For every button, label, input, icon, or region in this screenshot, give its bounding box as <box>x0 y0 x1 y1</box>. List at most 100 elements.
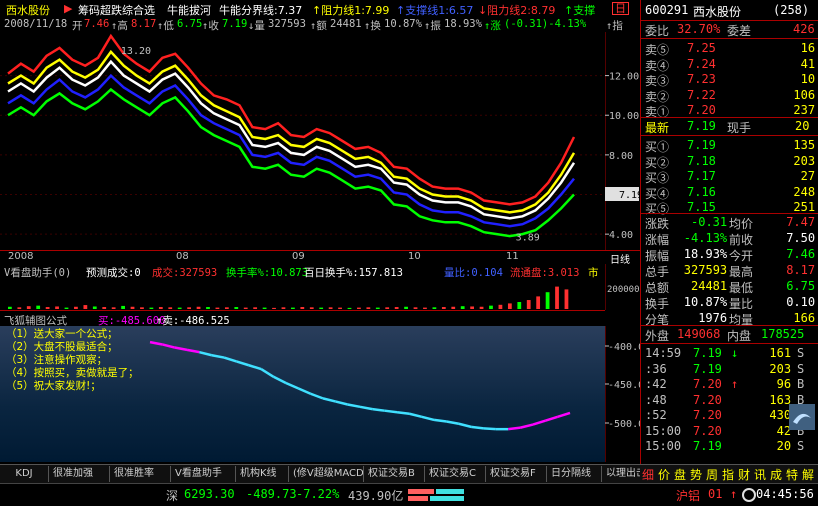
market-strength-bar <box>408 489 464 501</box>
tab-v-helper[interactable]: V看盘助手 <box>171 466 236 482</box>
formula-name[interactable]: 筹码超跌综合选 <box>78 2 155 18</box>
func-price[interactable]: 价 <box>658 466 670 483</box>
series-line-1 <box>7 33 576 206</box>
volume-bar <box>357 307 361 309</box>
tab-kdj[interactable]: KDJ <box>0 466 49 482</box>
indicator-segment <box>544 415 559 422</box>
volume-bar <box>158 307 163 309</box>
indicator-segment <box>557 411 571 419</box>
tick-time: :52 <box>645 408 667 422</box>
date-axis: 2008 08 09 10 11 日线 <box>0 250 640 266</box>
volume-bar <box>8 306 12 309</box>
indicator-segment <box>384 409 398 414</box>
resistance-1-value: ↑阻力线1:7.99 <box>312 4 390 17</box>
func-components[interactable]: 成 <box>770 466 782 483</box>
bid-price: 7.15 <box>687 200 716 214</box>
volume-bar <box>291 307 295 309</box>
ohlc-info-line: 2008/11/18 开 7.46 ↑高 8.17 ↑低 6.75 ↑收 7.1… <box>0 17 640 32</box>
close-value: 7.19 <box>222 18 248 30</box>
indicator-segment <box>260 368 275 378</box>
tab-warrant-c[interactable]: 权证交易C <box>425 466 486 482</box>
indicator-segment <box>347 403 361 409</box>
indicator-segment <box>149 340 163 346</box>
volume-bar <box>224 307 229 309</box>
tab-arrow-icon[interactable]: ▶ <box>64 2 72 15</box>
func-news[interactable]: 讯 <box>754 466 766 483</box>
volume-bar <box>243 307 248 309</box>
volume-bar <box>272 307 276 309</box>
turnover-value: 10.87% <box>384 18 422 30</box>
func-index[interactable]: 指 <box>722 466 734 483</box>
title-bar: 西水股份 ▶ 筹码超跌综合选 牛能拔河 牛能分界线:7.37 ↑阻力线1:7.9… <box>0 0 640 17</box>
volume-panel-title[interactable]: V看盘助手(0) <box>4 265 71 280</box>
indicator-segment <box>186 348 200 354</box>
hand-value: 20 <box>795 119 810 133</box>
tab-warrant-f[interactable]: 权证交易F <box>486 466 547 482</box>
volume-bar <box>564 289 569 309</box>
tick-price: 7.20 <box>693 408 722 422</box>
amount-value: 24481 <box>330 18 362 30</box>
ask-price: 7.24 <box>687 56 716 71</box>
price-chart[interactable]: 13.20 3.89 <box>0 32 605 250</box>
stat-value: -4.13% <box>683 231 728 245</box>
volume-bar <box>17 307 22 309</box>
tick-price: 7.20 <box>693 377 722 391</box>
volume-chart[interactable] <box>0 279 605 309</box>
tab-day-separator[interactable]: 日分隔线 <box>547 466 602 482</box>
func-explain[interactable]: 解 <box>802 466 814 483</box>
last-label: 最新 <box>645 121 670 135</box>
date-label-08: 08 <box>176 251 189 262</box>
resistance-2-value: ↓阻力线2:8.79 <box>478 4 556 17</box>
status-market: 深 <box>166 489 179 503</box>
func-week[interactable]: 周 <box>706 466 718 483</box>
volume-bar <box>74 306 78 309</box>
bid-row: 买④ 7.16 248 <box>643 184 815 201</box>
outer-label: 外盘 <box>645 329 670 343</box>
volume-bar <box>92 306 97 309</box>
indicator-chart[interactable]: （1）送大家一个公式； （2）大盘不股最适合； （3）注意操作观察； （4）按照… <box>0 326 605 462</box>
stock-name[interactable]: 西水股份 <box>6 2 50 18</box>
low-value: 6.75 <box>177 18 203 30</box>
volume-bar <box>45 307 50 309</box>
volume-bar <box>281 307 286 309</box>
volume-bar <box>489 305 493 309</box>
tab-accurate-win[interactable]: 很准胜率 <box>110 466 171 482</box>
func-trend[interactable]: 势 <box>690 466 702 483</box>
tab-strike[interactable]: 以理出击 <box>602 466 640 482</box>
volume-bar <box>347 307 352 309</box>
indicator-segment <box>471 425 484 430</box>
volume-bar <box>309 307 314 309</box>
status-market2[interactable]: 沪铝 <box>676 487 700 504</box>
tab-institution-kline[interactable]: 机构K线 <box>236 466 289 482</box>
tick-volume: 96 <box>776 377 792 391</box>
func-finance[interactable]: 财 <box>738 466 750 483</box>
func-special[interactable]: 特 <box>786 466 798 483</box>
indicator-segment <box>372 407 385 412</box>
bull-line-value: 牛能分界线:7.37 <box>219 4 303 17</box>
window-close-button[interactable]: 日 <box>612 2 629 15</box>
volume-ratio: 量比:0.104 <box>444 267 503 279</box>
bid-price: 7.16 <box>687 184 716 199</box>
tick-row: 14:59 7.19 ↓ 161 S <box>643 345 815 362</box>
volume-bar <box>64 307 69 309</box>
function-bar: 细 价 盘 势 周 指 财 讯 成 特 解 <box>640 464 818 483</box>
volume-bar <box>385 307 390 309</box>
tab-accurate-plus[interactable]: 很准加强 <box>49 466 110 482</box>
last-price: 7.19 <box>687 119 716 133</box>
tab-super-macd[interactable]: (修V超级MACD <box>289 466 364 482</box>
tab-warrant-b[interactable]: 权证交易B <box>364 466 425 482</box>
func-detail[interactable]: 细 <box>642 466 654 483</box>
indicator-segment <box>359 405 373 411</box>
volume-bar <box>498 304 503 309</box>
status-amount: 439.90亿 <box>348 489 404 503</box>
tick-row: :36 7.19 203 S <box>643 361 815 378</box>
stat-row: 涨幅 -4.13% 前收 7.50 <box>643 230 815 247</box>
volume-bar <box>366 307 371 309</box>
ask-volume: 106 <box>793 87 816 102</box>
indicator-segment <box>211 354 225 359</box>
stat-value: 166 <box>793 311 816 325</box>
indicator-header: 飞狐辅图公式 买:-485.600 ↑卖:-486.525 <box>0 310 605 327</box>
indicator-segment <box>223 356 237 363</box>
func-plate[interactable]: 盘 <box>674 466 686 483</box>
stock-name-right: 西水股份 <box>693 5 742 19</box>
